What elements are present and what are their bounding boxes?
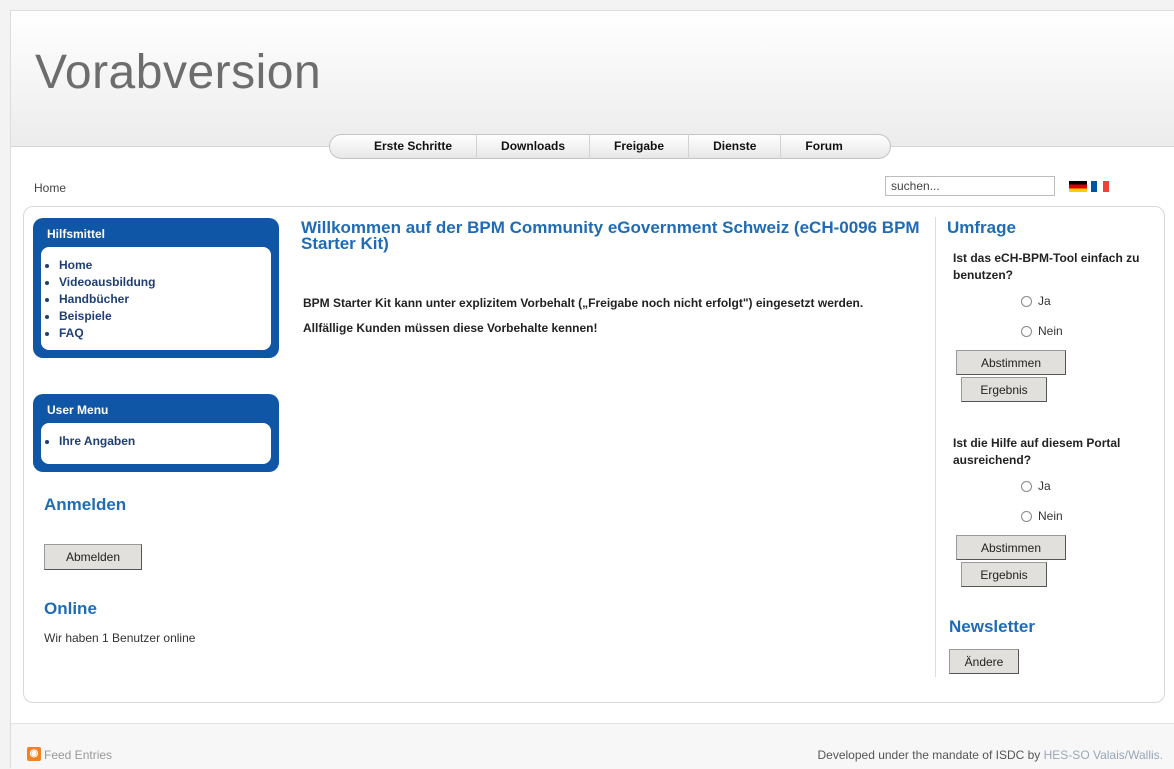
page: Vorabversion Erste Schritte Downloads Fr… (10, 10, 1174, 769)
user-menu-title: User Menu (47, 403, 109, 417)
menu-item-faq[interactable]: FAQ (59, 325, 265, 342)
radio-icon[interactable] (1021, 510, 1032, 522)
flag-german-icon[interactable] (1069, 181, 1087, 192)
hilfsmittel-title: Hilfsmittel (47, 227, 106, 241)
page-title: Willkommen auf der BPM Community eGovern… (301, 218, 920, 253)
poll1-vote-button[interactable]: Abstimmen (956, 350, 1066, 375)
search-input[interactable] (885, 176, 1055, 196)
menu-item-beispiele[interactable]: Beispiele (59, 308, 265, 325)
poll2-option-ja[interactable]: Ja (1021, 479, 1051, 493)
poll2-vote-button[interactable]: Abstimmen (956, 535, 1066, 560)
language-flags (1069, 181, 1109, 192)
poll-title: Umfrage (947, 218, 1016, 237)
right-column-divider (935, 217, 936, 677)
breadcrumb[interactable]: Home (34, 181, 66, 195)
poll1-option-nein[interactable]: Nein (1021, 324, 1063, 338)
login-title: Anmelden (44, 495, 127, 514)
menu-item-videoausbildung[interactable]: Videoausbildung (59, 274, 265, 291)
newsletter-title: Newsletter (949, 617, 1035, 636)
radio-icon[interactable] (1021, 295, 1032, 307)
rss-feed-icon[interactable]: ◉ (27, 747, 41, 761)
nav-erste-schritte[interactable]: Erste Schritte (350, 134, 478, 159)
poll1-result-button[interactable]: Ergebnis (961, 377, 1047, 402)
hilfsmittel-menu: Hilfsmittel Home Videoausbildung Handbüc… (33, 218, 279, 358)
developer-credit: Developed under the mandate of ISDC by H… (817, 748, 1164, 762)
main-paragraph-1: BPM Starter Kit kann unter explizitem Vo… (303, 296, 864, 310)
poll2-option-nein[interactable]: Nein (1021, 509, 1063, 523)
menu-item-handbuecher[interactable]: Handbücher (59, 291, 265, 308)
newsletter-change-button[interactable]: Ändere (949, 649, 1019, 674)
flag-french-icon[interactable] (1091, 181, 1109, 192)
radio-icon[interactable] (1021, 480, 1032, 492)
footer: ◉ Feed Entries Developed under the manda… (11, 723, 1174, 769)
nav-forum[interactable]: Forum (781, 134, 866, 159)
menu-item-ihre-angaben[interactable]: Ihre Angaben (59, 433, 265, 450)
online-title: Online (44, 599, 97, 618)
top-navigation: Erste Schritte Downloads Freigabe Dienst… (329, 134, 891, 159)
nav-dienste[interactable]: Dienste (689, 134, 782, 159)
nav-downloads[interactable]: Downloads (477, 134, 591, 159)
logout-button[interactable]: Abmelden (44, 544, 142, 570)
menu-item-home[interactable]: Home (59, 257, 265, 274)
site-title: Vorabversion (35, 46, 322, 99)
poll1-option-ja[interactable]: Ja (1021, 294, 1051, 308)
main-content: BPM Starter Kit kann unter explizitem Vo… (303, 295, 903, 345)
radio-icon[interactable] (1021, 325, 1032, 337)
nav-freigabe[interactable]: Freigabe (590, 134, 690, 159)
feed-entries-link[interactable]: Feed Entries (44, 748, 112, 762)
header: Vorabversion (11, 11, 1174, 147)
poll2-result-button[interactable]: Ergebnis (961, 562, 1047, 587)
main-paragraph-2: Allfällige Kunden müssen diese Vorbehalt… (303, 321, 598, 335)
user-menu: User Menu Ihre Angaben (33, 394, 279, 472)
hes-so-link[interactable]: HES-SO Valais/Wallis. (1044, 748, 1163, 762)
poll-question-1: Ist das eCH-BPM-Tool einfach zu benutzen… (953, 251, 1140, 282)
online-count-text: Wir haben 1 Benutzer online (44, 631, 196, 645)
poll-question-2: Ist die Hilfe auf diesem Portal ausreich… (953, 436, 1121, 467)
